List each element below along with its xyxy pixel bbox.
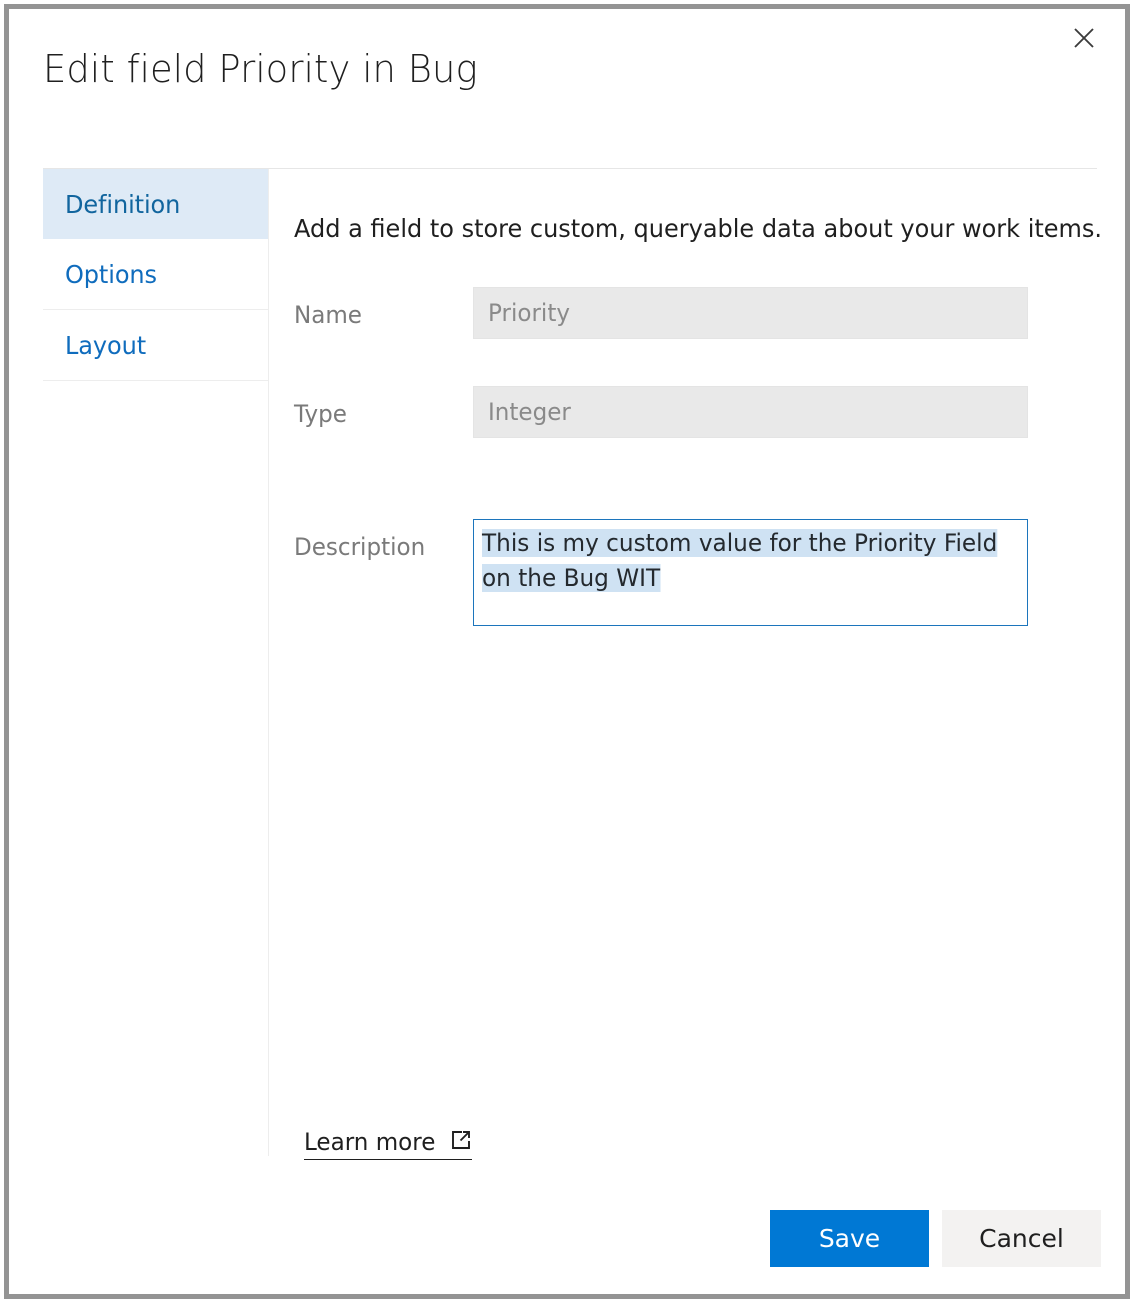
dialog-body: Edit field Priority in Bug Definition Op… xyxy=(9,9,1125,1294)
panel-description: Add a field to store custom, queryable d… xyxy=(294,214,1102,243)
close-button[interactable] xyxy=(1063,17,1105,59)
type-field-label: Type xyxy=(294,400,347,428)
save-button[interactable]: Save xyxy=(770,1210,929,1267)
sidebar-item-options[interactable]: Options xyxy=(43,239,269,309)
cancel-button[interactable]: Cancel xyxy=(942,1210,1101,1267)
sidebar-item-label: Options xyxy=(65,260,157,289)
type-input[interactable]: Integer xyxy=(473,386,1028,438)
name-field-label: Name xyxy=(294,301,362,329)
page-title: Edit field Priority in Bug xyxy=(43,47,478,91)
learn-more-link[interactable]: Learn more xyxy=(304,1127,472,1160)
name-input-value: Priority xyxy=(488,299,570,327)
sidebar-item-label: Layout xyxy=(65,331,146,360)
edit-field-dialog: Edit field Priority in Bug Definition Op… xyxy=(4,4,1130,1299)
dialog-footer: Save Cancel xyxy=(770,1210,1101,1267)
type-input-value: Integer xyxy=(488,398,571,426)
learn-more-label: Learn more xyxy=(304,1127,435,1157)
external-link-icon xyxy=(450,1128,472,1158)
description-textarea-value: This is my custom value for the Priority… xyxy=(482,529,997,592)
sidebar-item-definition[interactable]: Definition xyxy=(43,169,269,239)
close-icon xyxy=(1069,23,1099,53)
name-input[interactable]: Priority xyxy=(473,287,1028,339)
sidebar-item-layout[interactable]: Layout xyxy=(43,310,269,380)
sidebar-divider xyxy=(43,380,269,381)
definition-panel: Add a field to store custom, queryable d… xyxy=(269,169,1125,1294)
description-field-label: Description xyxy=(294,533,425,561)
pivot-sidebar: Definition Options Layout xyxy=(43,169,269,381)
sidebar-item-label: Definition xyxy=(65,190,180,219)
description-textarea[interactable]: This is my custom value for the Priority… xyxy=(473,519,1028,626)
